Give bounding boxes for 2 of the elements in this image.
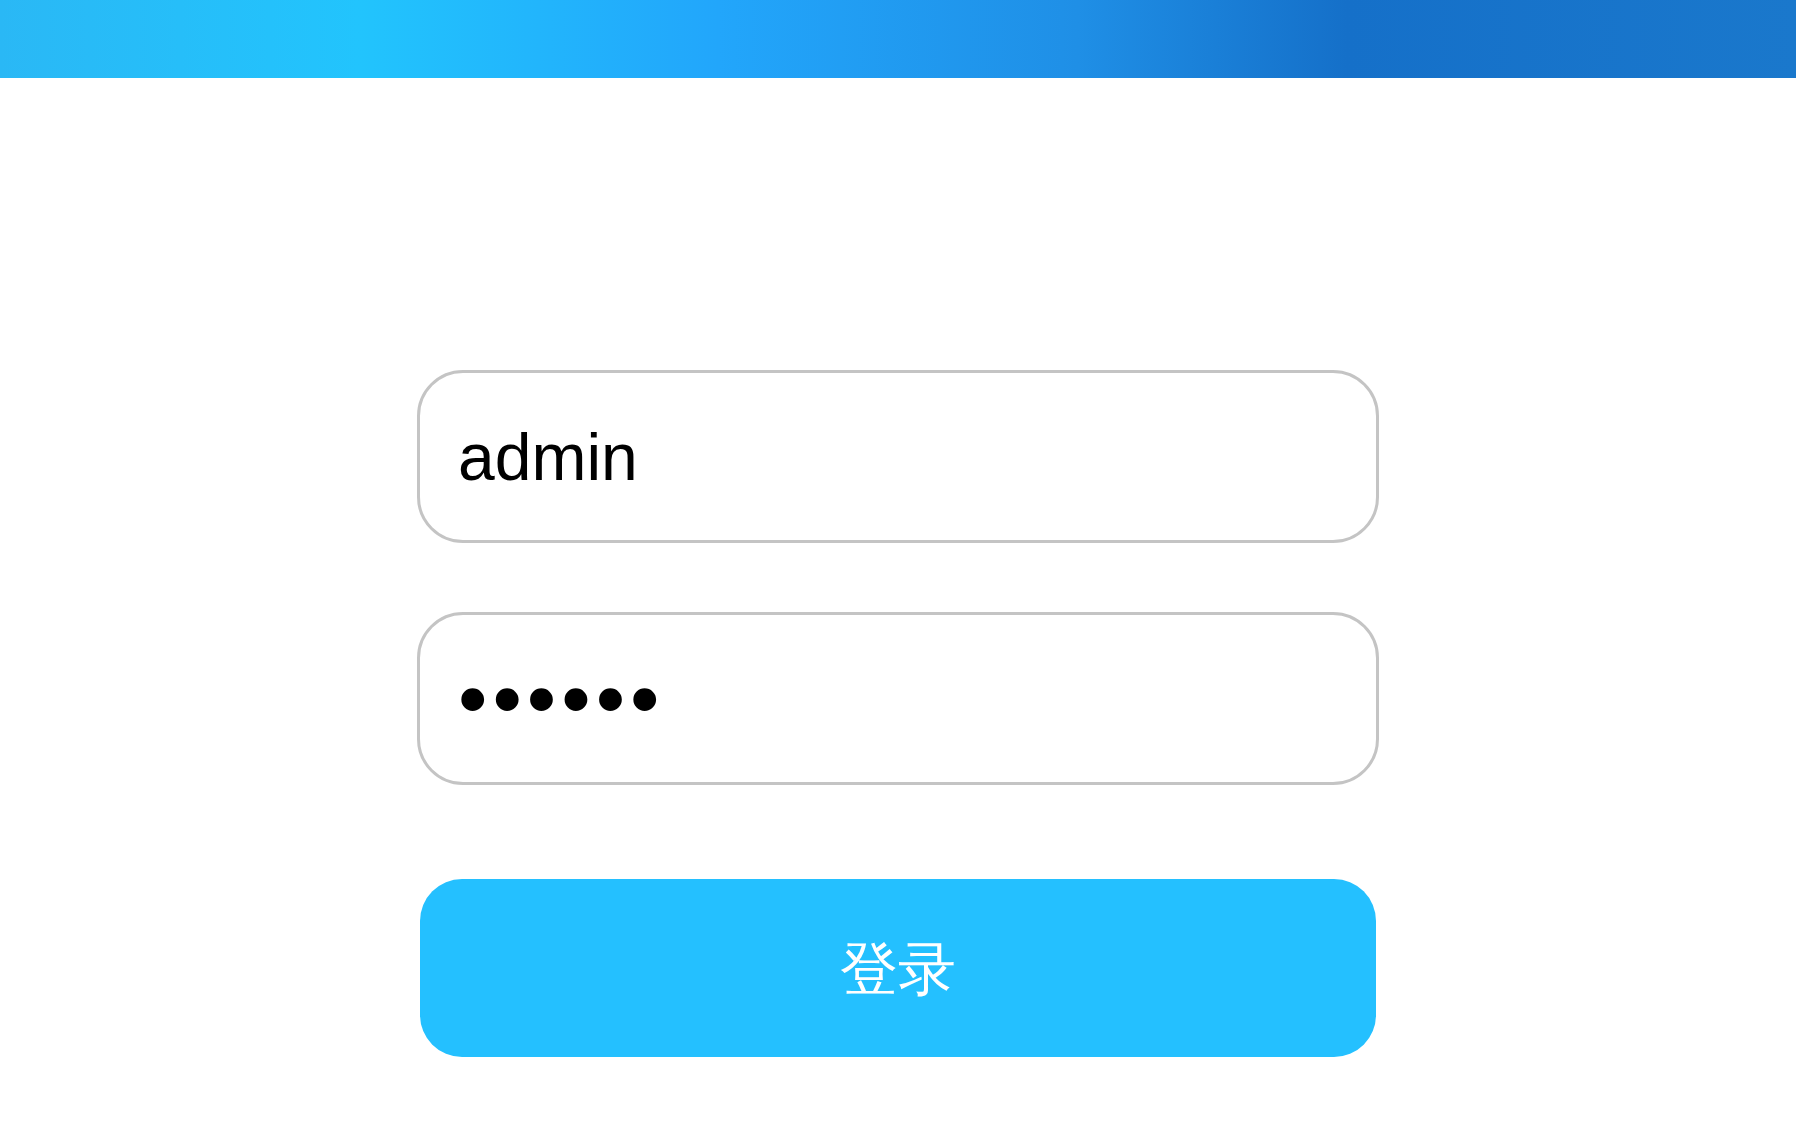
password-field[interactable]: ••••••: [417, 612, 1379, 785]
username-field[interactable]: admin: [417, 370, 1379, 543]
